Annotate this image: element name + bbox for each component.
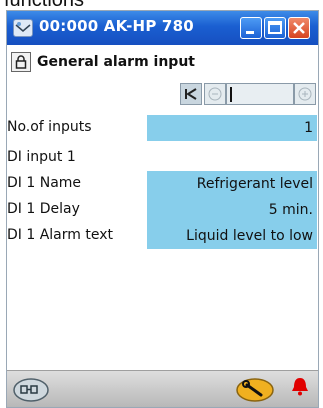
param-label: DI 1 Alarm text	[7, 227, 113, 243]
param-value[interactable]: 1	[147, 115, 317, 141]
minimize-button[interactable]	[240, 17, 262, 39]
param-row-di-input-1: DI input 1	[7, 145, 318, 171]
param-label: DI 1 Delay	[7, 201, 80, 217]
param-label: DI 1 Name	[7, 175, 82, 191]
app-window: 00:000 AK-HP 780 General alarm input No.…	[6, 10, 319, 408]
param-row-di1-alarm-text[interactable]: DI 1 Alarm text Liquid level to low	[7, 223, 318, 249]
wrench-button[interactable]	[235, 377, 275, 407]
maximize-icon	[268, 21, 282, 34]
first-page-icon	[185, 88, 197, 100]
next-icon	[298, 87, 312, 101]
param-row-no-of-inputs[interactable]: No.of inputs 1	[7, 115, 318, 141]
alarm-bell-icon	[292, 378, 308, 396]
alarm-button[interactable]	[290, 375, 310, 403]
device-icon	[13, 19, 33, 37]
first-page-button[interactable]	[180, 83, 202, 105]
param-label: DI input 1	[7, 149, 76, 165]
slider-thumb[interactable]	[230, 87, 232, 102]
minimize-icon	[246, 31, 254, 34]
param-row-di1-delay[interactable]: DI 1 Delay 5 min.	[7, 197, 318, 223]
param-label: No.of inputs	[7, 119, 92, 135]
network-icon	[13, 378, 49, 402]
lock-button[interactable]	[11, 52, 31, 72]
page-title: General alarm input	[37, 54, 195, 70]
previous-button[interactable]	[204, 83, 226, 105]
param-row-di1-name[interactable]: DI 1 Name Refrigerant level	[7, 171, 318, 197]
wrench-icon	[236, 378, 274, 402]
window-title: 00:000 AK-HP 780	[39, 17, 194, 35]
section-header: General alarm input	[7, 51, 318, 73]
pager	[180, 83, 316, 105]
next-button[interactable]	[294, 83, 316, 105]
footer-bar	[7, 370, 318, 407]
param-value[interactable]: Refrigerant level	[147, 171, 317, 197]
close-icon	[293, 22, 305, 34]
lock-icon	[15, 55, 27, 69]
title-bar: 00:000 AK-HP 780	[7, 11, 318, 45]
maximize-button[interactable]	[264, 17, 286, 39]
param-value[interactable]: 5 min.	[147, 197, 317, 223]
param-value[interactable]: Liquid level to low	[147, 223, 317, 249]
network-button[interactable]	[13, 377, 53, 407]
page-slider[interactable]	[226, 83, 294, 105]
previous-icon	[208, 87, 222, 101]
close-button[interactable]	[288, 17, 310, 39]
